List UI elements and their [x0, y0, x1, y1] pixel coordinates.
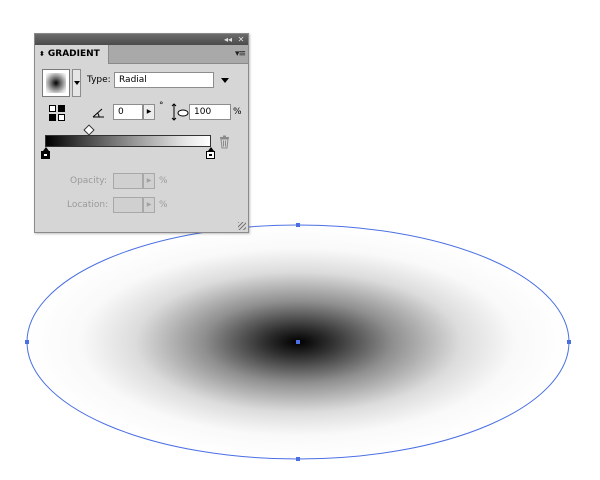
aspect-ratio-input[interactable]: 100	[189, 104, 231, 120]
reverse-gradient-icon[interactable]	[49, 105, 65, 121]
center-point[interactable]	[296, 340, 300, 344]
type-select[interactable]: Radial	[114, 72, 214, 88]
gradient-midpoint-handle[interactable]	[83, 124, 95, 136]
opacity-input[interactable]	[113, 173, 143, 189]
aspect-ratio-icon	[171, 103, 189, 121]
tab-gradient[interactable]: ⬍ GRADIENT	[35, 45, 109, 64]
color-stop-black[interactable]	[41, 147, 50, 159]
anchor-point-bottom[interactable]	[296, 457, 300, 461]
close-panel-button[interactable]: ✕	[235, 34, 247, 45]
opacity-unit: %	[159, 176, 168, 186]
tab-arrows-icon: ⬍	[39, 50, 45, 58]
chevron-down-icon	[74, 81, 80, 85]
location-stepper[interactable]: ▶	[143, 197, 155, 213]
gradient-swatch-icon[interactable]	[42, 69, 70, 97]
panel-resize-grip[interactable]	[238, 222, 246, 230]
gradient-slider[interactable]	[45, 135, 211, 147]
location-label: Location:	[67, 200, 109, 210]
aspect-unit: %	[233, 107, 242, 117]
gradient-panel: ◂◂ ✕ ⬍ GRADIENT ▾≡ Type: Radial 0 ▶ ° 100…	[34, 33, 249, 233]
location-input[interactable]	[113, 197, 143, 213]
location-unit: %	[159, 200, 168, 210]
angle-input[interactable]: 0	[113, 104, 143, 120]
anchor-point-right[interactable]	[567, 340, 571, 344]
angle-stepper[interactable]: ▶	[143, 104, 155, 120]
swatch-dropdown-button[interactable]	[72, 69, 81, 97]
opacity-label: Opacity:	[70, 176, 107, 186]
tab-gradient-label: GRADIENT	[47, 49, 100, 59]
type-label: Type:	[87, 75, 111, 85]
chevron-down-icon	[221, 78, 229, 83]
panel-menu-button[interactable]: ▾≡	[235, 49, 246, 59]
degree-symbol: °	[159, 101, 164, 111]
collapse-panel-button[interactable]: ◂◂	[222, 34, 234, 45]
opacity-stepper[interactable]: ▶	[143, 173, 155, 189]
panel-titlebar[interactable]: ◂◂ ✕	[35, 34, 248, 45]
angle-icon	[92, 108, 104, 118]
trash-icon[interactable]	[219, 135, 230, 149]
panel-tab-row: ⬍ GRADIENT ▾≡	[35, 45, 248, 64]
color-stop-white[interactable]	[206, 147, 215, 159]
type-dropdown-button[interactable]	[218, 72, 232, 88]
anchor-point-top[interactable]	[296, 223, 300, 227]
anchor-point-left[interactable]	[25, 340, 29, 344]
